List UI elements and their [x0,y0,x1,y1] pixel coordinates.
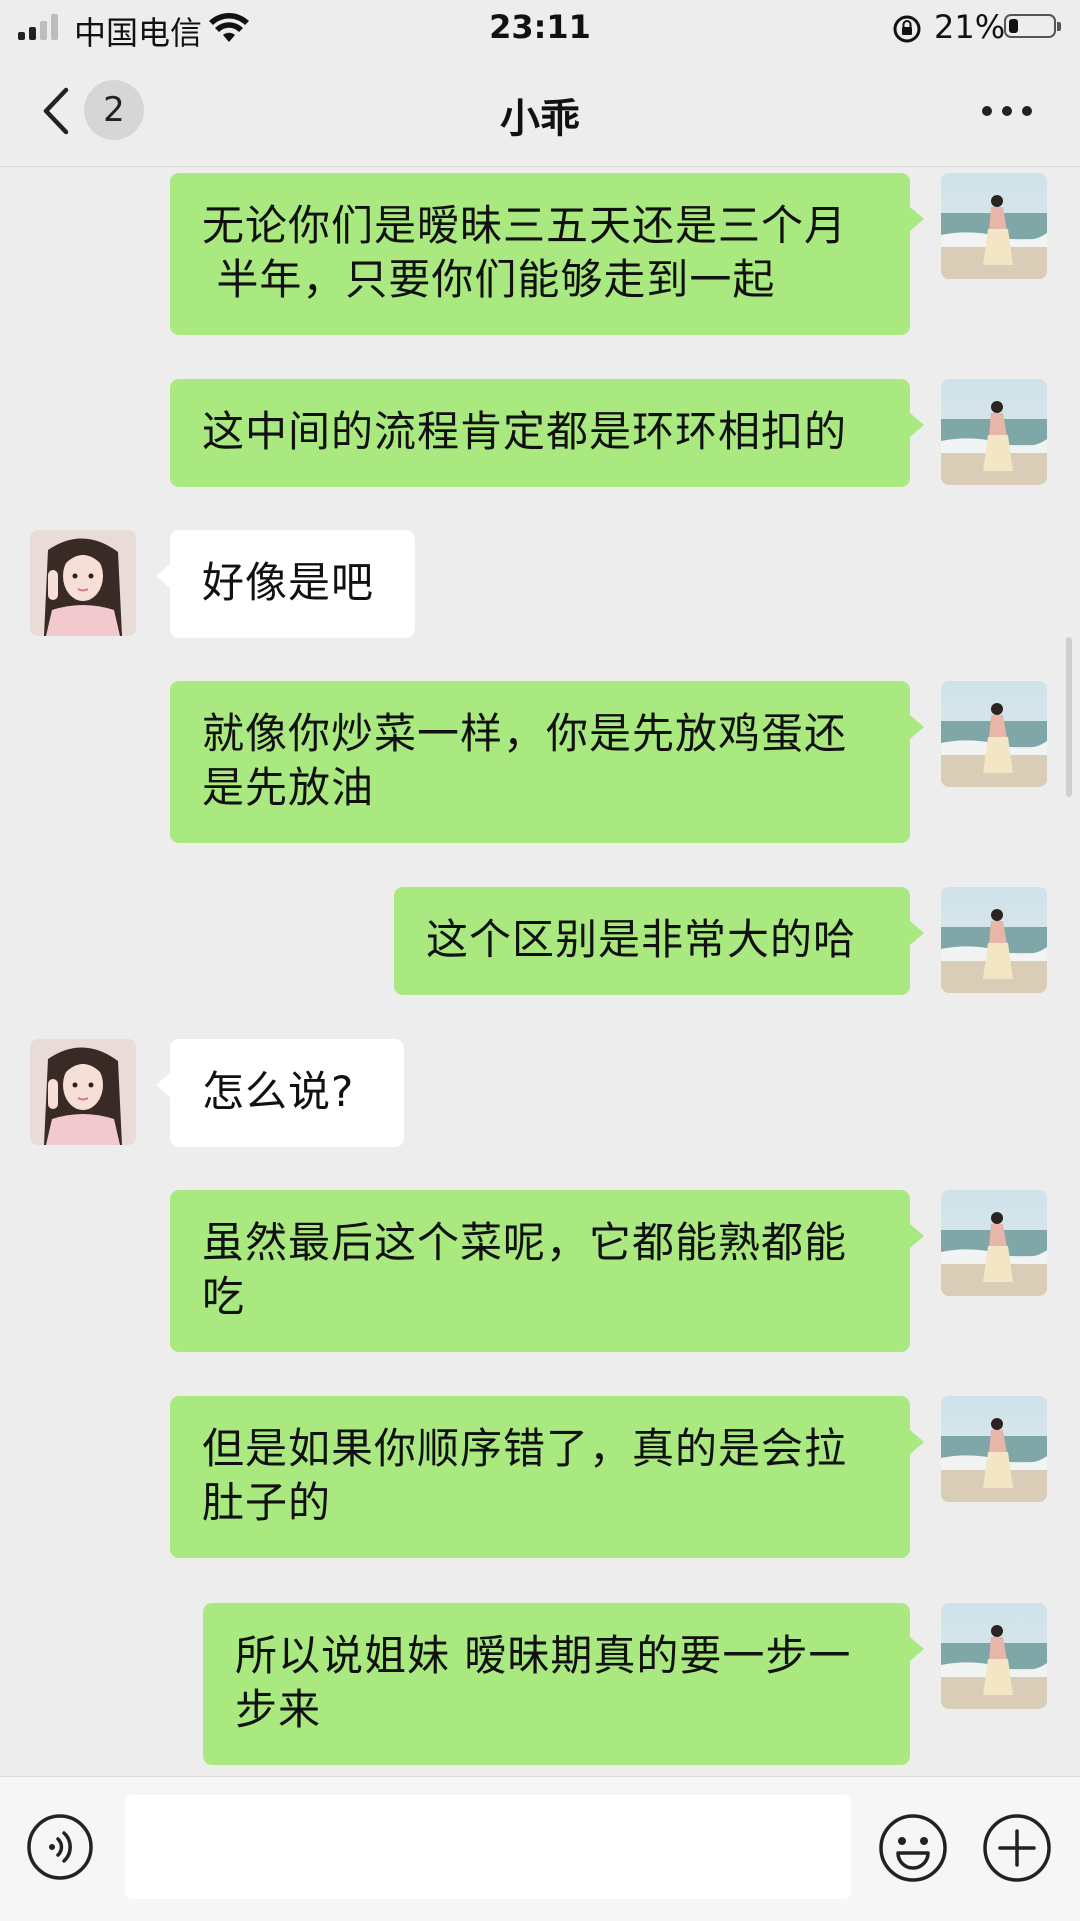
my-avatar[interactable] [941,173,1047,279]
message-row: 但是如果你顺序错了，真的是会拉 肚子的 [0,1396,1080,1558]
my-avatar[interactable] [941,681,1047,787]
my-avatar[interactable] [941,887,1047,993]
contact-avatar[interactable] [30,530,136,636]
message-input[interactable] [125,1795,851,1899]
sent-message-bubble[interactable]: 但是如果你顺序错了，真的是会拉 肚子的 [170,1396,924,1558]
chat-header: 2 小乖 [0,56,1080,167]
sent-message-bubble[interactable]: 就像你炒菜一样，你是先放鸡蛋还 是先放油 [170,681,924,843]
sent-message-bubble[interactable]: 所以说姐妹 暧昧期真的要一步一 步来 [203,1603,924,1765]
battery-icon [1004,14,1061,38]
my-avatar[interactable] [941,379,1047,485]
message-list[interactable]: 无论你们是暧昧三五天还是三个月 半年，只要你们能够走到一起这中间的流程肯定都是环… [0,167,1080,1775]
message-row: 所以说姐妹 暧昧期真的要一步一 步来 [0,1603,1080,1765]
emoji-icon[interactable] [878,1813,948,1883]
contact-avatar[interactable] [30,1039,136,1145]
received-message-bubble[interactable]: 好像是吧 [156,530,415,638]
my-avatar[interactable] [941,1190,1047,1296]
my-avatar[interactable] [941,1396,1047,1502]
message-row: 好像是吧 [0,530,1080,638]
received-message-bubble[interactable]: 怎么说? [156,1039,404,1147]
more-icon[interactable] [982,104,1032,118]
message-row: 就像你炒菜一样，你是先放鸡蛋还 是先放油 [0,681,1080,843]
plus-icon[interactable] [982,1813,1052,1883]
sent-message-bubble[interactable]: 这个区别是非常大的哈 [394,887,924,995]
message-row: 怎么说? [0,1039,1080,1147]
my-avatar[interactable] [941,1603,1047,1709]
sent-message-bubble[interactable]: 这中间的流程肯定都是环环相扣的 [170,379,924,487]
sent-message-bubble[interactable]: 无论你们是暧昧三五天还是三个月 半年，只要你们能够走到一起 [170,173,924,335]
chat-title: 小乖 [500,96,580,142]
battery-percent: 21% [934,8,1006,46]
input-bar [0,1776,1080,1921]
sent-message-bubble[interactable]: 虽然最后这个菜呢，它都能熟都能 吃 [170,1190,924,1352]
voice-icon[interactable] [26,1813,94,1881]
message-row: 这中间的流程肯定都是环环相扣的 [0,379,1080,487]
status-bar: 中国电信 23:11 21% [0,0,1080,56]
message-row: 无论你们是暧昧三五天还是三个月 半年，只要你们能够走到一起 [0,173,1080,335]
message-row: 这个区别是非常大的哈 [0,887,1080,995]
rotation-lock-icon [893,15,921,43]
message-row: 虽然最后这个菜呢，它都能熟都能 吃 [0,1190,1080,1352]
